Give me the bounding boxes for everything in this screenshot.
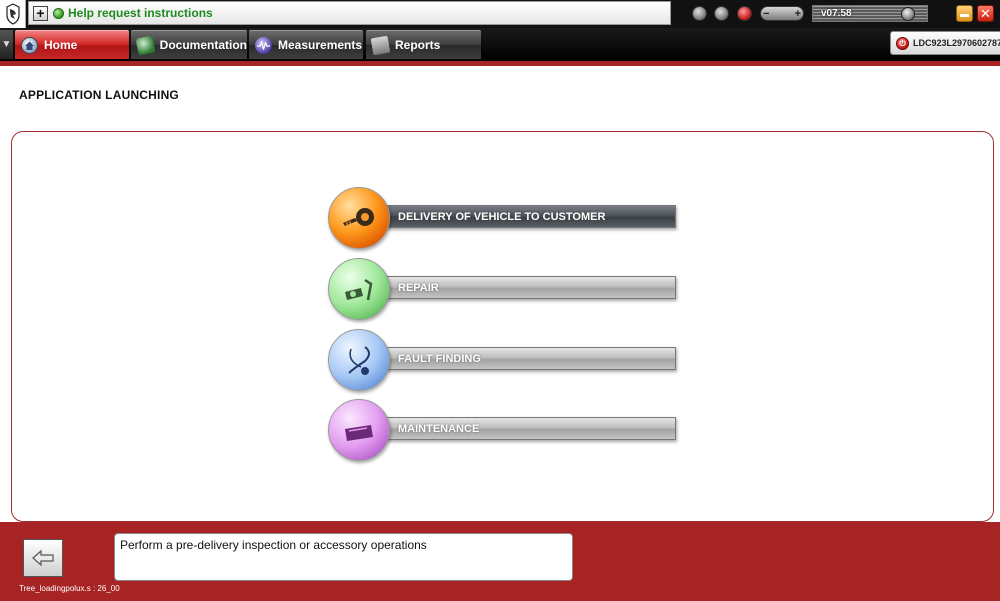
close-button[interactable]: ✕ <box>977 5 994 22</box>
volume-control[interactable]: − + <box>760 6 804 21</box>
tab-home-label: Home <box>44 38 78 52</box>
menu-item-label: FAULT FINDING <box>398 352 481 365</box>
back-arrow-icon <box>32 549 54 567</box>
tab-documentation[interactable]: Documentation <box>131 30 247 59</box>
reports-icon <box>370 35 391 55</box>
vehicle-key-icon[interactable] <box>328 187 390 249</box>
menu-item-repair[interactable]: REPAIR <box>328 258 680 320</box>
session-id: LDC923L2970602787 <box>913 38 1000 48</box>
stethoscope-icon[interactable] <box>328 329 390 391</box>
tab-reports[interactable]: Reports <box>366 30 481 59</box>
home-icon <box>21 36 38 54</box>
description-box: Perform a pre-delivery inspection or acc… <box>114 533 573 581</box>
version-knob-icon[interactable] <box>901 7 915 21</box>
tab-documentation-label: Documentation <box>159 38 247 52</box>
tab-measurements[interactable]: Measurements <box>249 30 363 59</box>
header-divider <box>0 61 1000 66</box>
top-bar: + Help request instructions − + v07.58 ✕ <box>0 0 1000 28</box>
menu-item-bar[interactable]: MAINTENANCE <box>358 417 676 440</box>
menu-item-fault-finding[interactable]: FAULT FINDING <box>328 329 680 391</box>
tab-home[interactable]: Home <box>15 30 129 59</box>
footer-bar: Perform a pre-delivery inspection or acc… <box>0 522 1000 601</box>
help-request-bar[interactable]: + Help request instructions <box>28 1 671 25</box>
tab-bar: ▼ Home Documentation Measurements Report… <box>0 28 1000 61</box>
logo-icon <box>0 0 26 28</box>
upload-icon[interactable] <box>714 6 729 21</box>
maintenance-icon[interactable] <box>328 399 390 461</box>
menu-item-bar[interactable]: FAULT FINDING <box>358 347 676 370</box>
reload-icon[interactable] <box>692 6 707 21</box>
power-icon[interactable]: ⏻ <box>896 36 909 50</box>
tab-measurements-label: Measurements <box>278 38 363 52</box>
volume-down-button[interactable]: − <box>763 8 769 20</box>
status-text: Tree_loadingpolux.s : 26_00 <box>19 584 120 593</box>
menu-item-label: REPAIR <box>398 281 439 294</box>
expand-help-button[interactable]: + <box>33 5 48 21</box>
menu-item-bar[interactable]: REPAIR <box>358 276 676 299</box>
app-window: + Help request instructions − + v07.58 ✕… <box>0 0 1000 601</box>
measurements-icon <box>255 36 272 54</box>
menu-item-delivery[interactable]: DELIVERY OF VEHICLE TO CUSTOMER <box>328 187 680 249</box>
chevron-down-icon[interactable]: ▼ <box>0 30 13 59</box>
menu-item-label: MAINTENANCE <box>398 422 480 435</box>
menu-item-label: DELIVERY OF VEHICLE TO CUSTOMER <box>398 210 606 223</box>
menu-item-bar[interactable]: DELIVERY OF VEHICLE TO CUSTOMER <box>358 205 676 228</box>
volume-up-button[interactable]: + <box>795 8 801 20</box>
version-display: v07.58 <box>812 5 928 22</box>
menu-item-maintenance[interactable]: MAINTENANCE <box>328 399 680 461</box>
repair-icon[interactable] <box>328 258 390 320</box>
page-title: APPLICATION LAUNCHING <box>19 88 179 102</box>
tab-reports-label: Reports <box>395 38 441 52</box>
back-button[interactable] <box>23 539 63 577</box>
version-label: v07.58 <box>821 8 852 19</box>
minimize-button[interactable] <box>956 5 973 22</box>
help-request-label: Help request instructions <box>68 6 213 20</box>
documentation-icon <box>135 34 156 56</box>
help-status-icon <box>53 7 64 19</box>
session-indicator[interactable]: ⏻ LDC923L2970602787 <box>890 31 1000 55</box>
record-icon[interactable] <box>737 6 752 21</box>
